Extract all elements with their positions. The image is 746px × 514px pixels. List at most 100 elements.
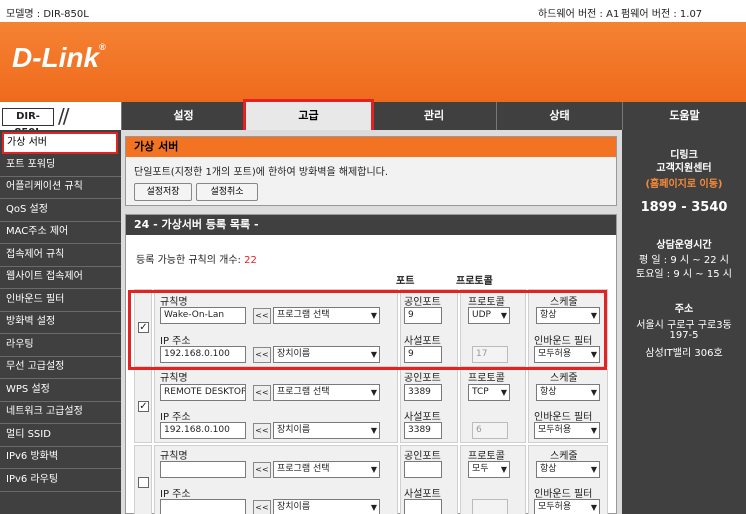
sidebar-item-inbound-filter[interactable]: 인바운드 필터	[0, 290, 121, 312]
rule-name-label: 규칙명	[160, 373, 188, 384]
address-line-3: 삼성IT밸리 306호	[645, 348, 723, 359]
apply-device-button[interactable]: <<	[253, 500, 271, 514]
protocol-label: 프로토콜	[468, 373, 505, 384]
sidebar-item-application-rules[interactable]: 어플리케이션 규칙	[0, 177, 121, 199]
app-select[interactable]: 프로그램 선택 ▼	[273, 461, 380, 478]
apply-app-button[interactable]: <<	[253, 462, 271, 478]
model-box: DIR-850L //	[0, 102, 121, 138]
public-port-label: 공인포트	[404, 373, 441, 384]
app-select[interactable]: 프로그램 선택 ▼	[273, 384, 380, 401]
private-port-label: 사설포트	[404, 412, 441, 423]
sidebar-item-network-advanced[interactable]: 네트워크 고급설정	[0, 402, 121, 424]
model-label: DIR-850L	[2, 108, 54, 138]
public-port-label: 공인포트	[404, 451, 441, 462]
rule-name-input[interactable]: REMOTE DESKTOP	[160, 384, 246, 401]
firmware-version: 펌웨어 버전 : 1.07	[621, 9, 703, 20]
section-description: 단일포트(지정한 1개의 포트)에 한하여 방화벽을 해제합니다.	[134, 167, 389, 178]
chevron-down-icon: ▼	[500, 388, 507, 397]
hours-saturday: 토요일 : 9 시 ~ 15 시	[636, 269, 732, 280]
chevron-down-icon: ▼	[590, 465, 597, 474]
sidebar-item-wireless-advanced[interactable]: 무선 고급설정	[0, 357, 121, 379]
support-title-2: 고객지원센터	[656, 163, 712, 174]
address-line-1: 서울시 구로구 구로3동	[636, 320, 732, 331]
chevron-down-icon: ▼	[370, 388, 377, 397]
protocol-number-input[interactable]: 6	[472, 422, 508, 439]
device-select[interactable]: 장치이름 ▼	[273, 499, 380, 514]
cancel-settings-button[interactable]: 설정취소	[196, 183, 258, 201]
private-port-label: 사설포트	[404, 489, 441, 500]
model-name: 모델명 : DIR-850L	[6, 9, 89, 20]
highlight-first-rule	[128, 290, 607, 370]
highlight-advanced-tab	[243, 99, 374, 133]
sidebar-item-website-filter[interactable]: 웹사이트 접속제어	[0, 267, 121, 289]
inbound-filter-label: 인바운드 필터	[534, 489, 593, 500]
brand-banner: D-Link®	[0, 22, 746, 102]
sidebar: 가상 서버 포트 포워딩 어플리케이션 규칙 QoS 설정 MAC주소 제어 접…	[0, 130, 121, 514]
sidebar-item-virtual-server[interactable]: 가상 서버	[2, 132, 118, 154]
support-panel: 디링크 고객지원센터 (홈페이지로 이동) 1899 - 3540 상담운영시간…	[622, 130, 746, 514]
schedule-label: 스케줄	[550, 373, 578, 384]
column-port: 포트	[396, 276, 415, 287]
sidebar-item-qos[interactable]: QoS 설정	[0, 200, 121, 222]
chevron-down-icon: ▼	[370, 426, 377, 435]
sidebar-item-port-forwarding[interactable]: 포트 포워딩	[0, 155, 121, 177]
row-checkbox[interactable]: ✓	[138, 401, 149, 412]
sidebar-item-routing[interactable]: 라우팅	[0, 335, 121, 357]
ip-address-label: IP 주소	[160, 412, 191, 423]
support-phone: 1899 - 3540	[640, 200, 728, 215]
protocol-label: 프로토콜	[468, 451, 505, 462]
row-checkbox[interactable]	[138, 477, 149, 488]
sidebar-item-wps[interactable]: WPS 설정	[0, 380, 121, 402]
inbound-filter-select[interactable]: 모두허용 ▼	[534, 422, 600, 439]
sidebar-item-ipv6-routing[interactable]: IPv6 라우팅	[0, 470, 121, 492]
sidebar-item-multi-ssid[interactable]: 멀티 SSID	[0, 425, 121, 447]
tab-setup[interactable]: 설정	[121, 102, 245, 130]
chevron-down-icon: ▼	[500, 465, 507, 474]
virtual-server-section: 가상 서버 단일포트(지정한 1개의 포트)에 한하여 방화벽을 해제합니다. …	[125, 136, 617, 206]
sidebar-item-mac-filter[interactable]: MAC주소 제어	[0, 222, 121, 244]
chevron-down-icon: ▼	[370, 465, 377, 474]
chevron-down-icon: ▼	[370, 503, 377, 512]
public-port-input[interactable]	[404, 461, 442, 478]
dlink-logo: D-Link®	[12, 42, 106, 73]
private-port-input[interactable]	[404, 499, 442, 514]
tab-tools[interactable]: 관리	[371, 102, 496, 130]
sidebar-item-access-control[interactable]: 접속제어 규칙	[0, 245, 121, 267]
tab-help[interactable]: 도움말	[622, 102, 746, 130]
schedule-select[interactable]: 항상 ▼	[536, 461, 600, 478]
section-title: 가상 서버	[126, 137, 616, 157]
hours-title: 상담운영시간	[656, 240, 712, 251]
schedule-select[interactable]: 항상 ▼	[536, 384, 600, 401]
top-info-bar: 모델명 : DIR-850L 하드웨어 버전 : A1 펌웨어 버전 : 1.0…	[0, 0, 746, 22]
hours-weekday: 평 일 : 9 시 ~ 22 시	[639, 255, 729, 266]
address-line-2: 197-5	[669, 330, 699, 341]
rule-count: 등록 가능한 규칙의 개수: 22	[136, 255, 257, 266]
list-title: 24 - 가상서버 등록 목록 -	[126, 215, 616, 235]
chevron-down-icon: ▼	[590, 503, 597, 512]
device-select[interactable]: 장치이름 ▼	[273, 422, 380, 439]
sidebar-item-firewall[interactable]: 방화벽 설정	[0, 312, 121, 334]
column-protocol: 프로토콜	[456, 276, 493, 287]
homepage-link[interactable]: (홈페이지로 이동)	[622, 175, 746, 190]
ip-address-label: IP 주소	[160, 489, 191, 500]
ip-address-input[interactable]	[160, 499, 246, 514]
apply-device-button[interactable]: <<	[253, 423, 271, 439]
private-port-input[interactable]: 3389	[404, 422, 442, 439]
hardware-version: 하드웨어 버전 : A1	[538, 9, 620, 20]
sidebar-item-ipv6-firewall[interactable]: IPv6 방화벽	[0, 447, 121, 469]
inbound-filter-select[interactable]: 모두허용 ▼	[534, 499, 600, 514]
protocol-number-input[interactable]	[472, 499, 508, 514]
address-title: 주소	[674, 304, 694, 315]
ip-address-input[interactable]: 192.168.0.100	[160, 422, 246, 439]
apply-app-button[interactable]: <<	[253, 385, 271, 401]
chevron-down-icon: ▼	[590, 388, 597, 397]
rule-name-input[interactable]	[160, 461, 246, 478]
decorative-slashes: //	[58, 104, 70, 128]
rule-name-label: 규칙명	[160, 451, 188, 462]
protocol-select[interactable]: 모두 ▼	[468, 461, 510, 478]
tab-status[interactable]: 상태	[496, 102, 622, 130]
save-settings-button[interactable]: 설정저장	[134, 183, 192, 201]
public-port-input[interactable]: 3389	[404, 384, 442, 401]
protocol-select[interactable]: TCP ▼	[468, 384, 510, 401]
chevron-down-icon: ▼	[590, 426, 597, 435]
